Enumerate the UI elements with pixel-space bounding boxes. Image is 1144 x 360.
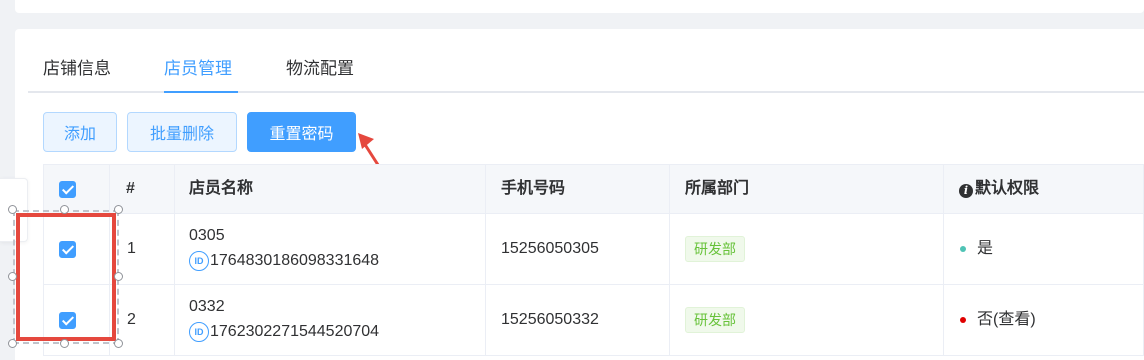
header-index: #: [126, 180, 135, 197]
info-circle-icon[interactable]: i: [959, 184, 973, 198]
permission-value: 是: [977, 240, 994, 257]
phone-number: 15256050332: [501, 311, 599, 328]
header-default-permission: i 默认权限: [959, 179, 1039, 199]
resize-handle[interactable]: [114, 272, 123, 281]
top-card: [15, 0, 1144, 13]
header-default-permission-label: 默认权限: [975, 180, 1040, 197]
staff-id-value: 1764830186098331648: [210, 252, 380, 269]
staff-name: 0332: [189, 298, 225, 315]
tab-logistics-config[interactable]: 物流配置: [286, 59, 354, 79]
batch-delete-button[interactable]: 批量删除: [127, 112, 237, 152]
resize-handle[interactable]: [60, 205, 69, 214]
resize-handle[interactable]: [8, 339, 17, 348]
resize-handle[interactable]: [8, 205, 17, 214]
active-tab-indicator: [164, 91, 238, 93]
row-index: 2: [127, 311, 136, 328]
tab-bar: 店铺信息 店员管理 物流配置: [28, 29, 1144, 93]
annotation-highlight-box: [16, 213, 116, 341]
id-badge-icon: ID: [189, 251, 209, 271]
header-staff-name: 店员名称: [189, 180, 254, 197]
select-all-checkbox[interactable]: [59, 181, 76, 198]
resize-handle[interactable]: [8, 272, 17, 281]
staff-table: # 店员名称 手机号码 所属部门 i 默认权限 1 0305 ID 17648301…: [43, 164, 1144, 360]
department-tag: 研发部: [685, 307, 745, 333]
add-button[interactable]: 添加: [43, 112, 117, 152]
staff-name: 0305: [189, 227, 225, 244]
tab-staff-management[interactable]: 店员管理: [164, 59, 232, 79]
phone-number: 15256050305: [501, 240, 599, 257]
staff-id-value: 1762302271544520704: [210, 323, 380, 340]
permission-status-dot: [960, 317, 966, 323]
staff-id: ID 1764830186098331648: [189, 251, 379, 271]
permission-status-dot: [960, 246, 966, 252]
header-phone: 手机号码: [501, 180, 566, 197]
table-header: # 店员名称 手机号码 所属部门 i 默认权限: [43, 164, 1144, 214]
row-index: 1: [127, 240, 136, 257]
permission-value: 否(查看): [977, 311, 1036, 328]
reset-password-button[interactable]: 重置密码: [247, 112, 356, 152]
resize-handle[interactable]: [114, 205, 123, 214]
table-row: 2 0332 ID 1762302271544520704 15256050332…: [43, 285, 1144, 356]
tab-store-info[interactable]: 店铺信息: [43, 59, 111, 79]
department-tag: 研发部: [685, 236, 745, 262]
resize-handle[interactable]: [114, 339, 123, 348]
header-department: 所属部门: [685, 180, 750, 197]
id-badge-icon: ID: [189, 322, 209, 342]
resize-handle[interactable]: [60, 339, 69, 348]
table-row: 1 0305 ID 1764830186098331648 15256050305…: [43, 214, 1144, 285]
staff-id: ID 1762302271544520704: [189, 322, 379, 342]
